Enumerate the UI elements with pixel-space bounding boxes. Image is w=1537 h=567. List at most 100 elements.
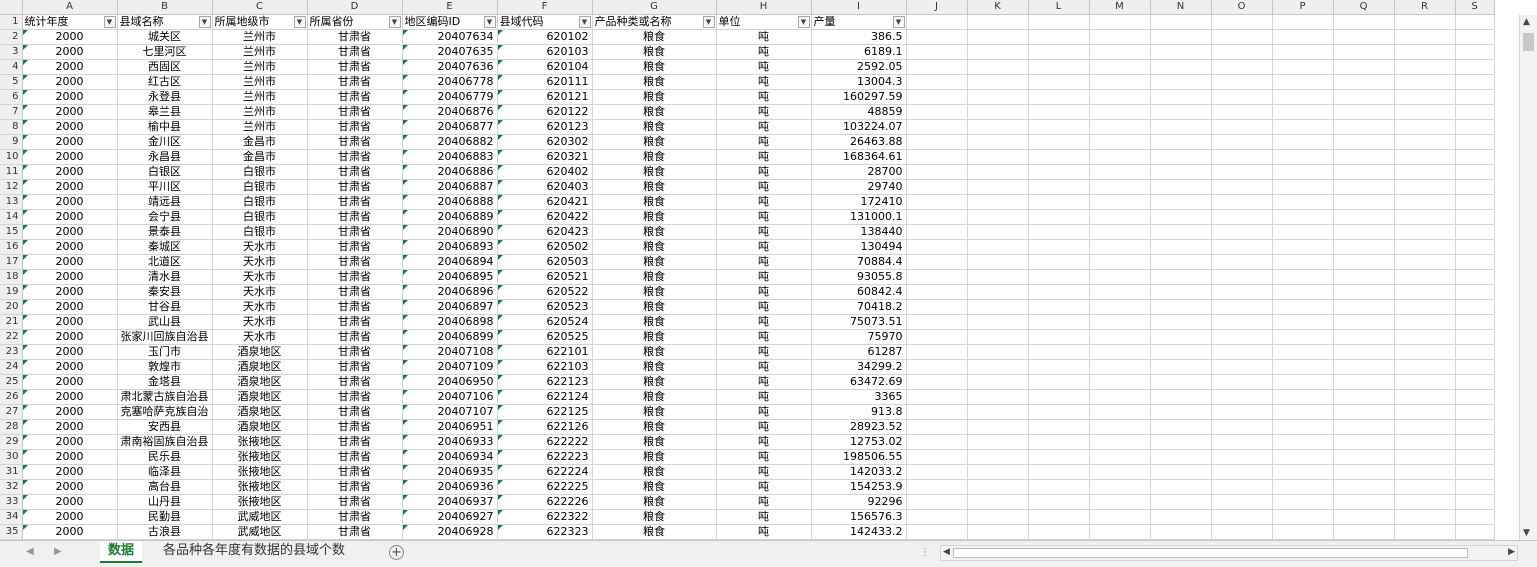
cell[interactable]: 粮食 [592,389,717,405]
cell[interactable]: 甘肃省 [307,179,403,195]
cell[interactable]: 甘肃省 [307,479,403,495]
plus-circle-icon[interactable]: + [389,545,404,560]
cell[interactable]: 2000 [22,254,118,270]
empty-cell[interactable] [1211,494,1273,510]
empty-cell[interactable] [1394,179,1456,195]
cell[interactable]: 172410 [811,194,907,210]
cell[interactable]: 白银市 [212,179,308,195]
empty-cell[interactable] [1394,464,1456,480]
cell[interactable]: 2000 [22,404,118,420]
cell[interactable]: 20406888 [402,194,498,210]
cell[interactable]: 粮食 [592,44,717,60]
empty-cell[interactable] [1150,359,1212,375]
empty-cell[interactable] [967,494,1029,510]
cell[interactable]: 吨 [716,434,812,450]
row-number[interactable]: 12 [0,179,23,195]
cell[interactable]: 吨 [716,179,812,195]
cell[interactable]: 甘肃省 [307,89,403,105]
empty-cell[interactable] [1089,299,1151,315]
cell[interactable]: 622124 [497,389,593,405]
row-number[interactable]: 20 [0,299,23,315]
empty-cell[interactable] [1455,179,1495,195]
empty-cell[interactable] [1333,134,1395,150]
cell[interactable]: 2000 [22,179,118,195]
cell[interactable]: 粮食 [592,329,717,345]
cell[interactable]: 靖远县 [117,194,213,210]
empty-cell[interactable] [1272,269,1334,285]
empty-cell[interactable] [1394,479,1456,495]
cell[interactable]: 七里河区 [117,44,213,60]
empty-cell[interactable] [1028,14,1090,30]
empty-cell[interactable] [1028,209,1090,225]
cell[interactable]: 2000 [22,464,118,480]
cell[interactable]: 粮食 [592,374,717,390]
empty-cell[interactable] [906,179,968,195]
cell[interactable]: 粮食 [592,344,717,360]
cell[interactable]: 甘肃省 [307,464,403,480]
empty-cell[interactable] [1028,299,1090,315]
empty-cell[interactable] [1333,149,1395,165]
cell[interactable]: 吨 [716,344,812,360]
empty-cell[interactable] [1028,269,1090,285]
cell[interactable]: 20406936 [402,479,498,495]
cell[interactable]: 甘肃省 [307,434,403,450]
cell[interactable]: 20406893 [402,239,498,255]
cell[interactable]: 吨 [716,524,812,540]
empty-cell[interactable] [1394,284,1456,300]
row-number[interactable]: 29 [0,434,23,450]
empty-cell[interactable] [1272,299,1334,315]
empty-cell[interactable] [967,164,1029,180]
empty-cell[interactable] [1028,134,1090,150]
column-header-o[interactable]: O [1211,0,1273,15]
empty-cell[interactable] [906,149,968,165]
empty-cell[interactable] [1089,14,1151,30]
empty-cell[interactable] [1394,509,1456,525]
scroll-down-icon[interactable]: ▼ [1523,528,1530,538]
cell[interactable]: 甘肃省 [307,224,403,240]
column-header-e[interactable]: E [402,0,498,15]
empty-cell[interactable] [1211,44,1273,60]
empty-cell[interactable] [1455,239,1495,255]
cell[interactable]: 酒泉地区 [212,389,308,405]
empty-cell[interactable] [1333,374,1395,390]
cell[interactable]: 吨 [716,329,812,345]
empty-cell[interactable] [1028,524,1090,540]
empty-cell[interactable] [967,524,1029,540]
empty-cell[interactable] [967,119,1029,135]
empty-cell[interactable] [1089,434,1151,450]
empty-cell[interactable] [967,284,1029,300]
horizontal-scrollbar[interactable]: ◀ ▶ [940,545,1518,561]
cell[interactable]: 兰州市 [212,119,308,135]
empty-cell[interactable] [1150,89,1212,105]
empty-cell[interactable] [1150,164,1212,180]
column-header-g[interactable]: G [592,0,717,15]
empty-cell[interactable] [1211,59,1273,75]
cell[interactable]: 金昌市 [212,134,308,150]
empty-cell[interactable] [1089,74,1151,90]
cell[interactable]: 吨 [716,104,812,120]
cell[interactable]: 20406935 [402,464,498,480]
row-number[interactable]: 6 [0,89,23,105]
empty-cell[interactable] [1394,74,1456,90]
cell[interactable]: 甘肃省 [307,449,403,465]
filter-dropdown-icon[interactable]: ▼ [388,16,401,28]
cell[interactable]: 景泰县 [117,224,213,240]
empty-cell[interactable] [1089,494,1151,510]
empty-cell[interactable] [1028,404,1090,420]
empty-cell[interactable] [1211,464,1273,480]
cell[interactable]: 甘肃省 [307,389,403,405]
empty-cell[interactable] [1028,464,1090,480]
cell[interactable]: 天水市 [212,329,308,345]
row-number[interactable]: 13 [0,194,23,210]
cell[interactable]: 620123 [497,119,593,135]
empty-cell[interactable] [1150,284,1212,300]
empty-cell[interactable] [1455,419,1495,435]
row-number[interactable]: 24 [0,359,23,375]
empty-cell[interactable] [1211,374,1273,390]
empty-cell[interactable] [1028,59,1090,75]
empty-cell[interactable] [967,179,1029,195]
scroll-right-icon[interactable]: ▶ [1508,547,1515,557]
cell[interactable]: 兰州市 [212,89,308,105]
cell[interactable]: 20406883 [402,149,498,165]
empty-cell[interactable] [1272,419,1334,435]
